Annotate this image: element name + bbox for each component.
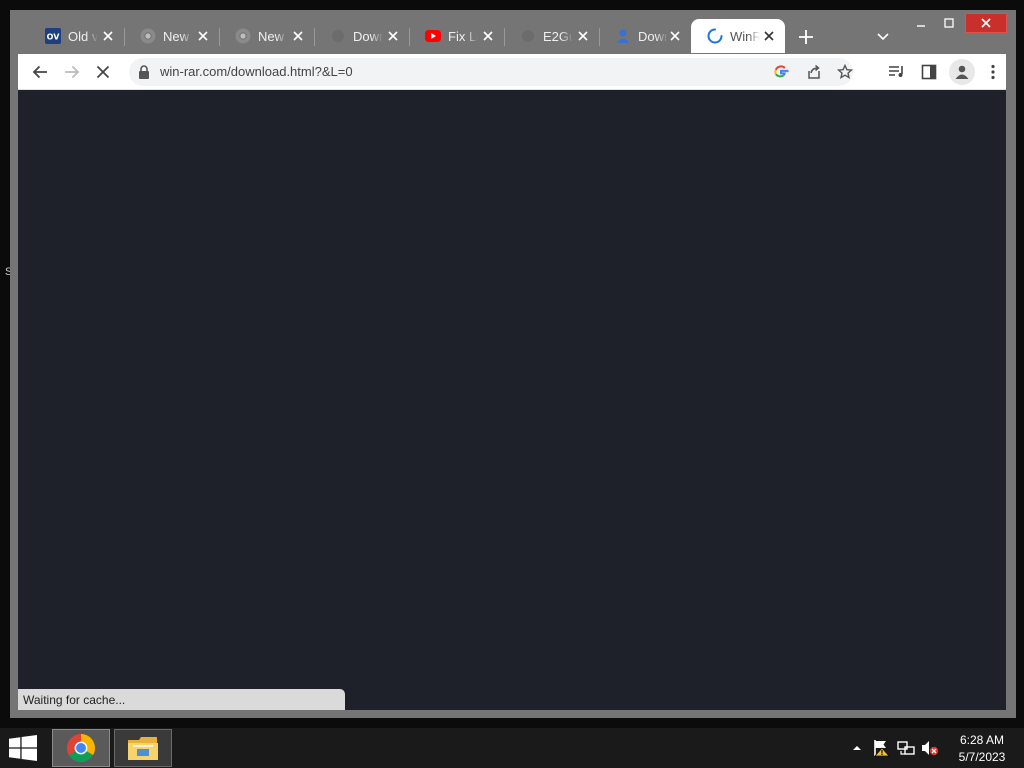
tab-download-1[interactable]: Download [314, 19, 410, 53]
tab-search-button[interactable] [873, 27, 893, 47]
tab-old-version[interactable]: OV Old version [29, 19, 125, 53]
close-tab-icon[interactable] [575, 28, 591, 44]
kebab-menu-icon [991, 64, 995, 80]
close-tab-icon[interactable] [761, 28, 777, 44]
loading-spinner-icon [707, 28, 723, 44]
chrome-icon [67, 734, 95, 762]
taskbar: ! 6:28 AM 5/7/2023 [0, 728, 1024, 768]
tab-title: WinRAR [730, 28, 760, 44]
tab-e2guardian[interactable]: E2Guardian [504, 19, 600, 53]
ov-favicon-icon: OV [45, 28, 61, 44]
volume-muted-icon[interactable] [921, 739, 939, 757]
minimize-icon [917, 25, 925, 27]
svg-text:!: ! [880, 749, 883, 757]
side-panel-icon [921, 64, 937, 80]
tab-strip: OV Old version New Tab New Tab [10, 10, 1016, 54]
minimize-button[interactable] [908, 13, 934, 33]
menu-button[interactable] [981, 60, 1005, 84]
tab-new-tab-2[interactable]: New Tab [219, 19, 315, 53]
youtube-favicon-icon [425, 28, 441, 44]
share-icon[interactable] [804, 62, 824, 82]
action-center-flag-icon[interactable]: ! [872, 739, 890, 757]
lock-icon[interactable] [137, 64, 151, 80]
close-tab-icon[interactable] [480, 28, 496, 44]
tab-title: New Tab [163, 28, 193, 44]
maximize-button[interactable] [936, 13, 962, 33]
forward-button[interactable] [60, 60, 84, 84]
blank-favicon-icon [520, 28, 536, 44]
tab-title: Download [353, 28, 383, 44]
media-queue-icon [889, 66, 903, 77]
url-text[interactable]: win-rar.com/download.html?&L=0 [160, 64, 353, 79]
start-button[interactable] [6, 733, 40, 763]
close-tab-icon[interactable] [100, 28, 116, 44]
show-hidden-icons-button[interactable] [848, 739, 866, 757]
plus-icon [799, 30, 813, 44]
taskbar-file-explorer[interactable] [114, 729, 172, 767]
windows-logo-icon [9, 735, 37, 761]
tab-title: New Tab [258, 28, 288, 44]
tab-title: Download [638, 28, 668, 44]
chrome-favicon-icon [140, 28, 156, 44]
system-clock[interactable]: 6:28 AM 5/7/2023 [950, 732, 1014, 766]
clock-time: 6:28 AM [959, 733, 1005, 747]
network-icon[interactable] [897, 739, 915, 757]
tab-winrar-active[interactable]: WinRAR [691, 19, 785, 53]
close-icon [981, 18, 991, 28]
close-tab-icon[interactable] [195, 28, 211, 44]
svg-text:OV: OV [47, 33, 61, 42]
stop-loading-button[interactable] [91, 60, 115, 84]
status-bubble: Waiting for cache... [18, 689, 345, 710]
close-window-button[interactable] [965, 13, 1007, 33]
blank-favicon-icon [330, 28, 346, 44]
tab-fix-laptop[interactable]: Fix Laptop [409, 19, 505, 53]
tab-title: Old version [68, 28, 98, 44]
tab-download-2[interactable]: Download [599, 19, 691, 53]
taskbar-chrome[interactable] [52, 729, 110, 767]
google-lens-icon[interactable] [771, 62, 791, 82]
tab-title: E2Guardian [543, 28, 573, 44]
address-bar[interactable]: win-rar.com/download.html?&L=0 [129, 58, 853, 86]
close-tab-icon[interactable] [290, 28, 306, 44]
clock-date: 5/7/2023 [958, 750, 1006, 764]
folder-icon [128, 737, 158, 760]
new-tab-button[interactable] [795, 26, 817, 48]
person-favicon-icon [615, 28, 631, 44]
close-icon [96, 65, 110, 79]
tab-title: Fix Laptop [448, 28, 478, 44]
tab-new-tab-1[interactable]: New Tab [124, 19, 220, 53]
chevron-up-icon [853, 746, 861, 750]
close-tab-icon[interactable] [385, 28, 401, 44]
back-button[interactable] [28, 60, 52, 84]
bookmark-star-icon[interactable] [835, 62, 855, 82]
chevron-down-icon [877, 33, 889, 41]
close-tab-icon[interactable] [667, 28, 683, 44]
arrow-right-icon [65, 65, 80, 79]
maximize-icon [944, 18, 954, 28]
side-panel-button[interactable] [917, 60, 941, 84]
person-icon [955, 65, 969, 79]
chrome-favicon-icon [235, 28, 251, 44]
page-content: Waiting for cache... [18, 90, 1006, 710]
arrow-left-icon [32, 65, 47, 79]
browser-toolbar: win-rar.com/download.html?&L=0 [18, 54, 1006, 90]
reading-list-button[interactable] [885, 60, 909, 84]
profile-button[interactable] [949, 59, 975, 85]
browser-window: OV Old version New Tab New Tab [10, 10, 1016, 718]
